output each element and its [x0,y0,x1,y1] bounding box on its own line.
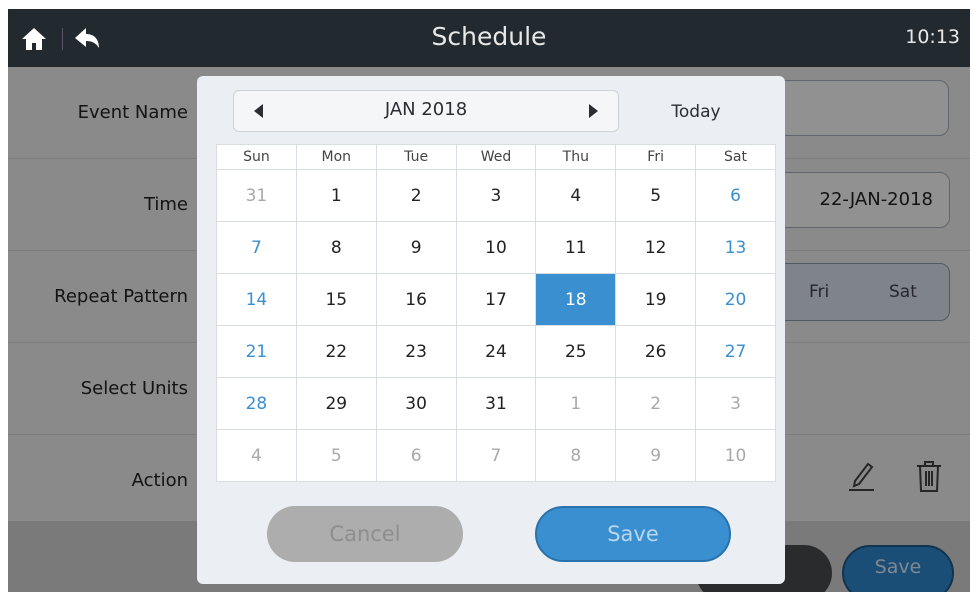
calendar-day[interactable]: 10 [455,221,537,274]
calendar-grid: Sun Mon Tue Wed Thu Fri Sat 31 1 2 3 4 5 6 7 8 9 10 11 12 1… [216,144,776,482]
weekday-header: Fri [615,144,697,170]
calendar-day[interactable]: 28 [216,377,297,430]
weekday-header: Mon [295,144,377,170]
calendar-week-row: 28 29 30 31 1 2 3 [216,377,776,430]
calendar-day[interactable]: 19 [615,273,697,326]
calendar-day[interactable]: 25 [535,325,617,378]
calendar-day[interactable]: 24 [455,325,537,378]
calendar-day[interactable]: 29 [295,377,377,430]
calendar-day[interactable]: 21 [216,325,297,378]
calendar-day[interactable]: 31 [455,377,537,430]
save-button[interactable]: Save [535,506,731,562]
calendar-day[interactable]: 27 [695,325,776,378]
weekday-header-row: Sun Mon Tue Wed Thu Fri Sat [216,144,776,170]
calendar-day[interactable]: 1 [535,377,617,430]
top-bar: Schedule 10:13 [8,9,970,67]
calendar-day[interactable]: 22 [295,325,377,378]
calendar-day[interactable]: 5 [615,169,697,222]
calendar-day[interactable]: 7 [216,221,297,274]
calendar-day[interactable]: 1 [295,169,377,222]
calendar-day[interactable]: 6 [695,169,776,222]
calendar-day[interactable]: 9 [615,429,697,482]
weekday-header: Tue [375,144,457,170]
calendar-day[interactable]: 2 [375,169,457,222]
calendar-body: 31 1 2 3 4 5 6 7 8 9 10 11 12 13 14 15 16 17 18 19 20 21 22 23 2… [216,169,776,482]
calendar-day[interactable]: 30 [375,377,457,430]
clock: 10:13 [905,26,960,48]
calendar-week-row: 4 5 6 7 8 9 10 [216,429,776,482]
calendar-day[interactable]: 17 [455,273,537,326]
calendar-day[interactable]: 7 [455,429,537,482]
calendar-day[interactable]: 10 [695,429,776,482]
cancel-button[interactable]: Cancel [267,506,463,562]
calendar-day[interactable]: 14 [216,273,297,326]
calendar-day[interactable]: 13 [695,221,776,274]
calendar-day[interactable]: 4 [535,169,617,222]
calendar-day[interactable]: 31 [216,169,297,222]
calendar-day[interactable]: 3 [695,377,776,430]
weekday-header: Sat [695,144,776,170]
calendar-week-row: 7 8 9 10 11 12 13 [216,221,776,274]
today-button[interactable]: Today [641,92,751,132]
weekday-header: Sun [216,144,297,170]
calendar-day[interactable]: 6 [375,429,457,482]
calendar-day[interactable]: 5 [295,429,377,482]
weekday-header: Wed [455,144,537,170]
calendar-day[interactable]: 11 [535,221,617,274]
month-navigator: JAN 2018 [233,90,619,132]
calendar-day[interactable]: 12 [615,221,697,274]
calendar-week-row: 21 22 23 24 25 26 27 [216,325,776,378]
calendar-day[interactable]: 3 [455,169,537,222]
schedule-screen: Schedule 10:13 Event Name Time 22-JAN-20… [8,9,970,592]
calendar-day[interactable]: 9 [375,221,457,274]
calendar-day[interactable]: 8 [535,429,617,482]
calendar-day-selected[interactable]: 18 [535,273,617,326]
calendar-day[interactable]: 20 [695,273,776,326]
page-title: Schedule [431,22,547,51]
caret-right-icon[interactable] [582,100,604,122]
calendar-day[interactable]: 4 [216,429,297,482]
date-picker-dialog: JAN 2018 Today Sun Mon Tue Wed Thu Fri Sat 31 1… [197,76,785,584]
calendar-day[interactable]: 16 [375,273,457,326]
calendar-week-row: 31 1 2 3 4 5 6 [216,169,776,222]
calendar-day[interactable]: 15 [295,273,377,326]
calendar-day[interactable]: 2 [615,377,697,430]
month-label: JAN 2018 [384,99,468,120]
calendar-week-row: 14 15 16 17 18 19 20 [216,273,776,326]
calendar-day[interactable]: 26 [615,325,697,378]
calendar-day[interactable]: 8 [295,221,377,274]
weekday-header: Thu [535,144,617,170]
calendar-day[interactable]: 23 [375,325,457,378]
